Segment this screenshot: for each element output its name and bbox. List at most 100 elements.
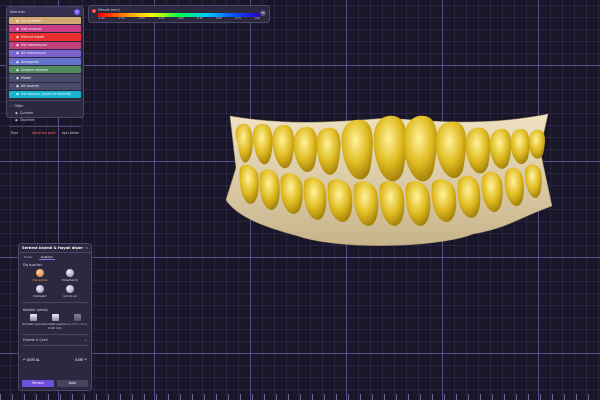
- close-icon[interactable]: ×: [92, 9, 96, 13]
- divider: [9, 125, 81, 127]
- contact-tool-button[interactable]: Kontakt ayarla: [22, 314, 44, 330]
- tree-item[interactable]: › ◉ Sağ anatomi: [9, 25, 81, 33]
- tool-label: Çıkıntı sil: [63, 294, 77, 298]
- color-scale-title: Mesafe (mm): [98, 8, 120, 12]
- section-title-teeth: Diş ayarları: [23, 263, 42, 267]
- color-scale-panel: × Mesafe (mm) -1.00 -0.75 -0.50 -0.25 0.00 0.…: [88, 5, 270, 23]
- footer-middle[interactable]: Kenarları gizle: [32, 131, 55, 135]
- tree-item[interactable]: › ◉ Alt restorasyon: [9, 49, 81, 57]
- color-scale-tick: 0.75: [235, 17, 241, 20]
- undo-button[interactable]: ↶ GERİ AL: [23, 358, 40, 362]
- tree-item[interactable]: › ◉ Model: [9, 74, 81, 82]
- color-scale-tick: 0.50: [216, 17, 222, 20]
- tree-item-label: Model: [21, 75, 31, 80]
- expander-mill-rotate[interactable]: Frezele & Çevir ⌄: [19, 338, 91, 342]
- tree-item[interactable]: › ◉ Gingiva maskesi: [9, 66, 81, 74]
- tree-item-label: Alt restorasyon: [21, 51, 47, 56]
- tool-button[interactable]: Düzleştir: [25, 285, 55, 298]
- tool-label: Kontakt sıfırla: [66, 322, 88, 326]
- tool-panel-title: Serbest biçimli & Hayali dişler: [22, 246, 84, 250]
- color-scale-tick: -0.25: [157, 17, 165, 20]
- tree-group-other[interactable]: › Diğer: [7, 103, 83, 110]
- tool-button[interactable]: Diş ayarla: [25, 269, 55, 282]
- tree-group-other-label: Diğer: [14, 104, 24, 109]
- tree-item-label: Üst anatomi: [21, 18, 42, 23]
- scene-tree-header: Nesneler +: [7, 7, 83, 16]
- tool-panel-tabs: Dişler Anatomi: [19, 253, 91, 261]
- contact-tool-button[interactable]: Kontakt sıfırla: [66, 314, 88, 330]
- contact-set-icon: [29, 314, 37, 321]
- tool-panel: Serbest biçimli & Hayali dişler × Dişler…: [18, 243, 92, 391]
- tool-panel-header: Serbest biçimli & Hayali dişler ×: [19, 244, 91, 253]
- divider: [9, 99, 81, 101]
- add-remove-icon: [66, 269, 74, 277]
- tree-item-label: Sağ anatomi: [21, 26, 42, 31]
- tree-item-label: Alt tasarım: [21, 84, 40, 89]
- color-scale-tick: -0.75: [117, 17, 125, 20]
- color-scale-tick: 0.00: [177, 17, 184, 20]
- redo-button[interactable]: İLERİ ↷: [75, 358, 87, 362]
- dental-model[interactable]: [218, 108, 558, 258]
- chevron-down-icon: ⌄: [84, 338, 87, 342]
- contact-gap-icon: [51, 314, 59, 321]
- color-scale-ticks: -1.00 -0.75 -0.50 -0.25 0.00 0.25 0.50 0.75 1.00: [98, 17, 260, 20]
- tree-item-label: Çizimler: [19, 111, 34, 116]
- scene-tree-footer: Ekol Kenarları gizle Aşırı kaldır: [7, 129, 83, 137]
- color-scale-tick: -0.50: [137, 17, 145, 20]
- tree-item-label: Antagonist: [21, 59, 39, 64]
- tool-label: Ekle/Kaldır: [62, 278, 78, 282]
- plus-icon[interactable]: +: [74, 8, 80, 15]
- tree-item[interactable]: › ◉ Mevcut model: [9, 33, 81, 41]
- tab-teeth[interactable]: Dişler: [22, 255, 35, 259]
- tooth-adjust-icon: [36, 269, 44, 277]
- section-title-contacts: Kontakt (ortak): [23, 308, 48, 312]
- chevron-right-icon: ›: [11, 104, 13, 109]
- tool-button[interactable]: Ekle/Kaldır: [55, 269, 85, 282]
- tree-item[interactable]: › ◉ Üst anatomi: [9, 17, 81, 25]
- contact-tool-button[interactable]: Kontakt ayarla 0.00 mm: [44, 314, 66, 330]
- tool-label: Kontakt ayarla 0.00 mm: [44, 322, 66, 330]
- menu-icon[interactable]: ≡: [260, 10, 266, 16]
- divider: [22, 334, 88, 335]
- tree-item[interactable]: › ◉ Üst tasarım (dişler birleştirildi): [9, 90, 81, 98]
- tool-panel-footer: Tamam İptal: [22, 380, 88, 387]
- divider: [22, 302, 88, 303]
- footer-right[interactable]: Aşırı kaldır: [62, 131, 79, 135]
- tree-item-label: Mevcut model: [21, 34, 45, 39]
- contact-tool-grid: Kontakt ayarla Kontakt ayarla 0.00 mm Kont…: [19, 313, 91, 331]
- color-scale-tick: -1.00: [98, 17, 105, 20]
- cancel-button[interactable]: İptal: [56, 380, 88, 387]
- tool-button[interactable]: Çıkıntı sil: [55, 285, 85, 298]
- color-scale-tick: 0.25: [196, 17, 203, 20]
- tree-item-label: Ölçümler: [19, 118, 35, 123]
- tree-item-label: Gingiva maskesi: [21, 67, 48, 72]
- undo-redo-row: ↶ GERİ AL İLERİ ↷: [19, 358, 91, 362]
- eye-icon[interactable]: ◉: [15, 111, 18, 115]
- eye-icon[interactable]: ◉: [15, 118, 18, 122]
- color-scale-tick: 1.00: [254, 17, 260, 20]
- scene-tree-title: Nesneler: [10, 9, 26, 14]
- color-gradient-bar: [98, 12, 260, 17]
- tree-item[interactable]: › ◉ Alt tasarım: [9, 82, 81, 90]
- divider: [22, 345, 88, 346]
- expander-label: Frezele & Çevir: [23, 338, 48, 342]
- tab-anatomy[interactable]: Anatomi: [38, 255, 56, 260]
- tool-label: Diş ayarla: [32, 278, 48, 282]
- tool-label: Kontakt ayarla: [22, 322, 44, 326]
- tree-item[interactable]: › ◉ Üst restorasyon: [9, 41, 81, 49]
- tree-item[interactable]: › ◉ Antagonist: [9, 57, 81, 66]
- tree-item-label: Üst restorasyon: [21, 43, 47, 48]
- scene-tree-panel: Nesneler + › ◉ Üst anatomi › ◉ Sağ anatomi › ◉ M…: [6, 6, 84, 135]
- footer-left[interactable]: Ekol: [11, 131, 32, 135]
- close-icon[interactable]: ×: [85, 246, 88, 250]
- tool-grid: Diş ayarla Ekle/Kaldır Düzleştir Çıkıntı si…: [19, 268, 91, 299]
- tree-item-drawings[interactable]: ◉ Çizimler: [7, 110, 83, 117]
- smooth-icon: [36, 285, 44, 293]
- tree-item-measurements[interactable]: ◉ Ölçümler: [7, 117, 83, 124]
- tree-item-label: Üst tasarım (dişler birleştirildi): [21, 92, 72, 97]
- bump-remove-icon: [66, 285, 74, 293]
- grid-ruler: [0, 394, 600, 400]
- tool-label: Düzleştir: [33, 294, 47, 298]
- ok-button[interactable]: Tamam: [22, 380, 54, 387]
- contact-reset-icon: [73, 314, 81, 321]
